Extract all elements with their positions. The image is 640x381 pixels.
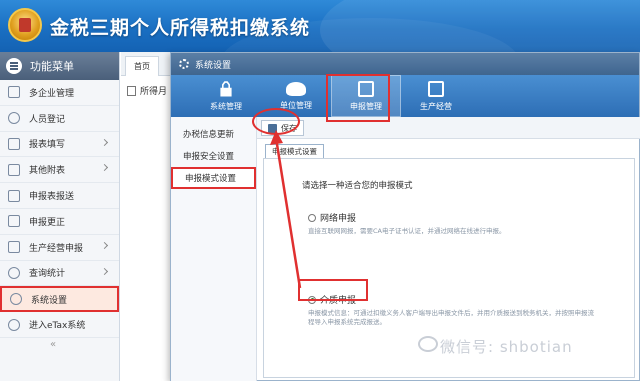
user-icon bbox=[8, 112, 20, 125]
nav-label: 申报安全设置 bbox=[183, 152, 235, 162]
sidebar-item-label: 人员登记 bbox=[29, 114, 66, 125]
nav-label: 办税信息更新 bbox=[183, 130, 235, 140]
building-icon bbox=[8, 86, 20, 99]
sidebar-item-label: 多企业管理 bbox=[29, 88, 75, 99]
save-toolbar: 保存 bbox=[257, 117, 640, 139]
dialog-left-nav: 办税信息更新 申报安全设置 申报模式设置 bbox=[171, 117, 257, 381]
sidebar-item-business-declare[interactable]: 生产经营申报 bbox=[0, 235, 119, 261]
chevron-right-icon bbox=[100, 267, 109, 275]
tab-home-label: 首页 bbox=[134, 62, 150, 71]
option-network-declare[interactable]: 网络申报 bbox=[308, 211, 356, 224]
users-icon bbox=[286, 81, 306, 96]
nav-label: 申报模式设置 bbox=[185, 174, 237, 184]
sidebar-item-label: 进入eTax系统 bbox=[29, 321, 86, 332]
gear-icon bbox=[10, 293, 22, 306]
sidebar-header[interactable]: 功能菜单 bbox=[0, 52, 119, 80]
highlight-save-oval bbox=[252, 108, 300, 135]
nav-declaration-security[interactable]: 申报安全设置 bbox=[171, 145, 256, 167]
tab-home[interactable]: 首页 bbox=[125, 56, 159, 76]
toolbar-label: 生产经营 bbox=[420, 101, 452, 111]
send-icon bbox=[8, 189, 20, 202]
chart-icon bbox=[8, 241, 20, 254]
radio-button[interactable] bbox=[308, 213, 316, 222]
sidebar-item-label: 申报表报送 bbox=[29, 192, 75, 203]
sidebar-item-query-stats[interactable]: 查询统计 bbox=[0, 261, 119, 287]
sidebar-item-multi-enterprise[interactable]: 多企业管理 bbox=[0, 80, 119, 106]
power-icon bbox=[8, 318, 20, 331]
sidebar-item-label: 报表填写 bbox=[29, 140, 66, 151]
option-description: 申报模式信息：可通过扣缴义务人客户端导出申报文件后，并用介质报送到税务机关，并按… bbox=[308, 309, 594, 326]
app-title: 金税三期个人所得税扣缴系统 bbox=[50, 17, 311, 39]
sidebar-item-label: 申报更正 bbox=[29, 217, 66, 228]
dialog-titlebar[interactable]: 系统设置 bbox=[171, 53, 639, 75]
check-document-icon bbox=[428, 80, 444, 97]
sidebar-item-correction[interactable]: 申报更正 bbox=[0, 209, 119, 235]
nav-tax-info-update[interactable]: 办税信息更新 bbox=[171, 123, 256, 145]
sidebar-item-label: 生产经营申报 bbox=[29, 243, 84, 254]
toolbar-system-management-button[interactable]: 系统管理 bbox=[191, 75, 261, 117]
sidebar: 功能菜单 多企业管理 人员登记 报表填写 其他附表 申报表报送 申报更正 生产经… bbox=[0, 52, 120, 381]
tax-emblem-logo bbox=[8, 8, 42, 42]
sidebar-item-system-settings[interactable]: 系统设置 bbox=[0, 286, 119, 313]
edit-icon bbox=[8, 137, 20, 150]
toolbar-business-operation-button[interactable]: 生产经营 bbox=[401, 75, 471, 117]
gear-icon bbox=[179, 59, 189, 69]
table-icon bbox=[8, 163, 20, 176]
lock-icon bbox=[220, 81, 232, 97]
chevron-right-icon bbox=[100, 164, 109, 172]
watermark: 微信号: shbotian bbox=[440, 338, 573, 356]
menu-icon bbox=[6, 58, 22, 74]
app-header: 金税三期个人所得税扣缴系统 bbox=[0, 0, 640, 52]
sidebar-item-etax[interactable]: 进入eTax系统 bbox=[0, 312, 119, 338]
chevron-right-icon bbox=[100, 241, 109, 249]
nav-declaration-mode[interactable]: 申报模式设置 bbox=[171, 167, 256, 189]
chevron-right-icon bbox=[100, 138, 109, 146]
sidebar-item-label: 系统设置 bbox=[31, 295, 68, 306]
sidebar-item-report-fill[interactable]: 报表填写 bbox=[0, 132, 119, 158]
sidebar-item-label: 其他附表 bbox=[29, 166, 66, 177]
dialog-title: 系统设置 bbox=[195, 60, 232, 71]
tab-declaration-mode[interactable]: 申报模式设置 bbox=[265, 144, 324, 158]
dialog-toolbar: 系统管理 单位管理 申报管理 生产经营 bbox=[171, 75, 639, 117]
sidebar-item-label: 查询统计 bbox=[29, 269, 66, 280]
content-tab-label: 申报模式设置 bbox=[272, 147, 317, 156]
toolbar-label: 系统管理 bbox=[210, 101, 242, 111]
highlight-radio-box bbox=[298, 279, 368, 301]
search-icon bbox=[8, 266, 20, 279]
sidebar-item-submit[interactable]: 申报表报送 bbox=[0, 183, 119, 209]
sidebar-header-label: 功能菜单 bbox=[30, 60, 74, 73]
wechat-icon bbox=[418, 336, 438, 352]
sidebar-item-other-schedules[interactable]: 其他附表 bbox=[0, 157, 119, 184]
mode-prompt: 请选择一种适合您的申报模式 bbox=[302, 181, 413, 191]
sidebar-item-personnel[interactable]: 人员登记 bbox=[0, 106, 119, 132]
collapse-sidebar-button[interactable]: « bbox=[50, 339, 56, 350]
option-description: 直接互联网网报，需要CA电子证书认证，并通过网络在线进行申报。 bbox=[308, 227, 506, 235]
system-settings-dialog: 系统设置 系统管理 单位管理 申报管理 生产经营 办税信息更新 申报安全设置 申… bbox=[170, 52, 640, 381]
sub-tab[interactable]: 所得月 bbox=[127, 84, 167, 97]
option-label: 网络申报 bbox=[320, 214, 357, 224]
document-icon bbox=[127, 85, 136, 96]
highlight-toolbar-box bbox=[326, 74, 390, 122]
sub-tab-label: 所得月 bbox=[140, 87, 168, 97]
pencil-icon bbox=[8, 215, 20, 228]
